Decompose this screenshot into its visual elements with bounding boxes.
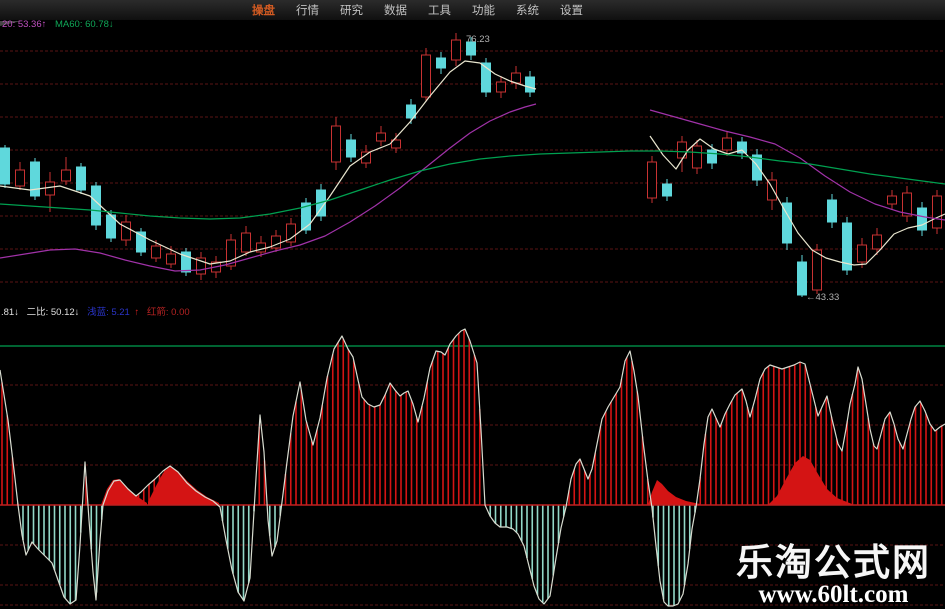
trading-app-window: 76.23 ←43.33 操盘 行情 研究 数据 工具 功能 系统 设置 20: … <box>0 0 945 609</box>
menu-item-system[interactable]: 系统 <box>512 1 543 19</box>
ma60-value-label: MA60: 60.78↓ <box>55 19 114 30</box>
svg-text:76.23: 76.23 <box>466 34 490 45</box>
ma20-value-label: 20: 53.36↑ <box>2 19 47 30</box>
indicator-legend: .81↓ 二比: 50.12↓ 浅蓝: 5.21 ↑ 红箭: 0.00 <box>1 304 195 318</box>
menu-item-quotes[interactable]: 行情 <box>292 1 323 19</box>
menu-bar: 操盘 行情 研究 数据 工具 功能 系统 设置 <box>0 0 945 21</box>
menu-item-features[interactable]: 功能 <box>468 1 499 19</box>
svg-text:←43.33: ←43.33 <box>806 292 839 303</box>
indicator-value-2: 二比: 50.12↓ <box>26 307 80 318</box>
up-arrow-icon: ↑ <box>134 307 140 318</box>
indicator-value-3: 浅蓝: 5.21 <box>87 307 130 318</box>
indicator-value-4: 红箭: 0.00 <box>146 307 190 318</box>
menu-item-tools[interactable]: 工具 <box>424 1 455 19</box>
menu-item-trade[interactable]: 操盘 <box>248 1 279 19</box>
candles-layer <box>0 33 942 297</box>
watermark-site-url: www.60lt.com <box>758 580 909 608</box>
price-ma-legend: 20: 53.36↑ MA60: 60.78↓ <box>2 19 114 30</box>
menu-item-settings[interactable]: 设置 <box>556 1 587 19</box>
indicator-value-1: .81↓ <box>1 307 19 318</box>
mounds-layer <box>101 456 852 505</box>
watermark-site-name: 乐淘公式网 <box>736 541 931 583</box>
menu-item-research[interactable]: 研究 <box>336 1 367 19</box>
menu-item-data[interactable]: 数据 <box>380 1 411 19</box>
site-watermark: 乐淘公式网 www.60lt.com <box>736 544 931 607</box>
